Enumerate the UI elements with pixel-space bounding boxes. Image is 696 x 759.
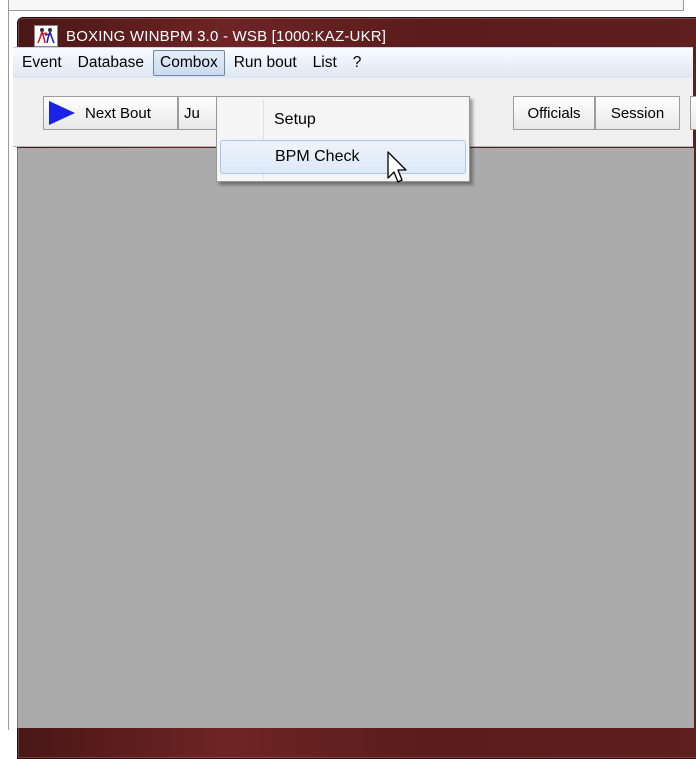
judges-label: Ju <box>184 104 200 122</box>
menu-item-setup[interactable]: Setup <box>220 103 466 137</box>
menu-run-bout[interactable]: Run bout <box>227 50 304 76</box>
menu-combox[interactable]: Combox <box>153 50 225 76</box>
page-frame-left <box>8 10 9 730</box>
workspace <box>17 148 694 728</box>
judges-button[interactable]: Ju <box>178 96 218 130</box>
menu-bar: Event Database Combox Run bout List ? <box>13 47 693 78</box>
officials-button[interactable]: Officials <box>513 96 595 130</box>
page-frame-top <box>8 0 684 11</box>
next-bout-button[interactable]: Next Bout <box>43 96 178 130</box>
menu-list[interactable]: List <box>306 50 344 76</box>
toolbar-button-partial[interactable] <box>690 96 696 130</box>
menu-item-bpm-check[interactable]: BPM Check <box>220 140 466 174</box>
session-button[interactable]: Session <box>595 96 680 130</box>
boxers-icon <box>34 25 58 47</box>
window-title: BOXING WINBPM 3.0 - WSB [1000:KAZ-UKR] <box>66 27 387 45</box>
mouse-pointer-icon <box>387 151 407 183</box>
menu-help[interactable]: ? <box>346 50 369 76</box>
officials-label: Officials <box>527 104 581 122</box>
menu-event[interactable]: Event <box>15 50 69 76</box>
menu-database[interactable]: Database <box>71 50 151 76</box>
next-bout-label: Next Bout <box>85 104 151 122</box>
session-label: Session <box>610 104 665 122</box>
combox-dropdown-menu: Setup BPM Check <box>216 96 470 182</box>
play-icon <box>49 101 75 125</box>
